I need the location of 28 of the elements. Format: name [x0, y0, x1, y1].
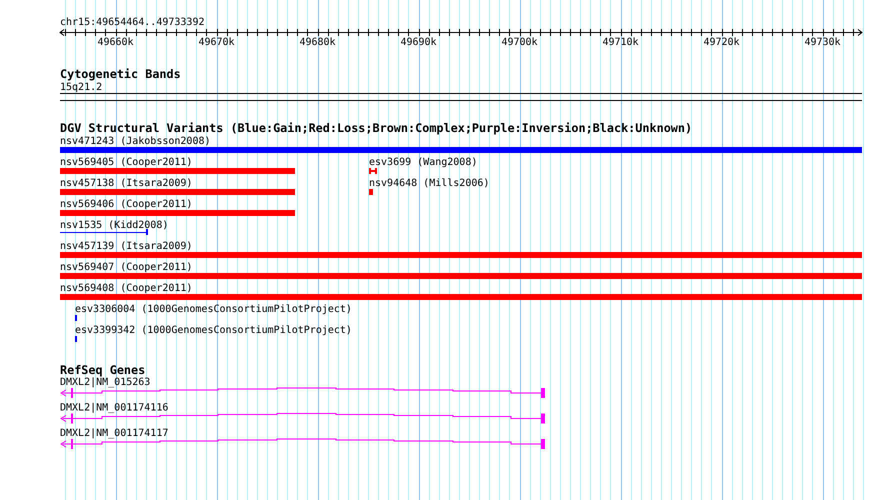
tick-label: 49710k — [602, 37, 639, 48]
feature-label: nsv569405 (Cooper2011) — [60, 157, 192, 168]
track-title: DGV Structural Variants (Blue:Gain;Red:Loss;Brown:Complex;Purple:Inversion;Black:Unknown) — [60, 121, 692, 135]
tick-label: 49660k — [97, 37, 134, 48]
gene-label: DMXL2|NM_001174117 — [60, 428, 168, 439]
tick-label: 49730k — [804, 37, 841, 48]
feature-label: nsv569408 (Cooper2011) — [60, 283, 192, 294]
feature-label: esv3399342 (1000GenomesConsortiumPilotProject) — [75, 325, 352, 336]
tick-label: 49720k — [703, 37, 740, 48]
track-title: RefSeq Genes — [60, 363, 146, 377]
feature-label: nsv457139 (Itsara2009) — [60, 241, 192, 252]
feature-label: nsv94648 (Mills2006) — [369, 178, 490, 189]
gene-label: DMXL2|NM_001174116 — [60, 402, 168, 414]
feature-label: nsv1535 (Kidd2008) — [60, 220, 168, 231]
feature-label: esv3306004 (1000GenomesConsortiumPilotProject) — [75, 304, 352, 315]
tick-label: 49670k — [198, 37, 235, 48]
tick-label: 49680k — [299, 37, 336, 48]
tick-label: 49700k — [501, 37, 538, 48]
location-label: chr15:49654464..49733392 — [60, 17, 204, 28]
feature-label: nsv569406 (Cooper2011) — [60, 199, 192, 210]
feature-label: nsv457138 (Itsara2009) — [60, 178, 192, 189]
band-label: 15q21.2 — [60, 82, 102, 93]
feature-label: nsv569407 (Cooper2011) — [60, 262, 192, 273]
feature-label: nsv471243 (Jakobsson2008) — [60, 136, 211, 147]
tick-label: 49690k — [400, 37, 437, 48]
feature-label: esv3699 (Wang2008) — [369, 157, 478, 168]
track-title: Cytogenetic Bands — [60, 67, 181, 81]
gene-label: DMXL2|NM_015263 — [60, 377, 150, 388]
